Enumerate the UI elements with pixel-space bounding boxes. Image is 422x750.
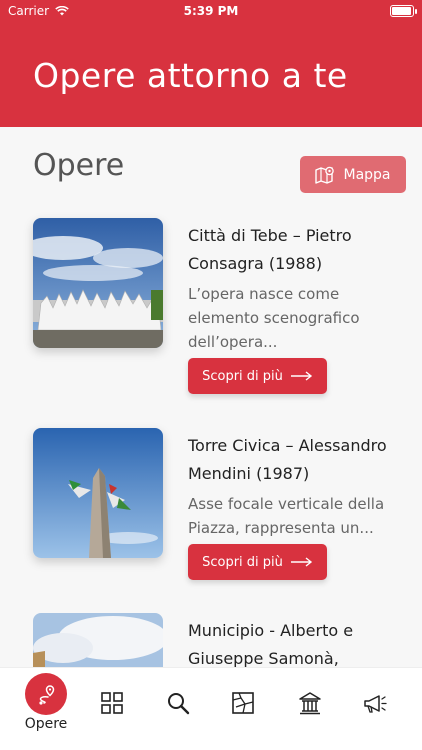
battery-icon	[390, 5, 417, 17]
arrow-right-icon	[290, 371, 313, 381]
item-title: Municipio - Alberto e Giuseppe Samonà,	[188, 621, 354, 668]
discover-more-label: Scopri di più	[202, 368, 283, 384]
tab-search[interactable]	[163, 688, 193, 718]
app-header: Carrier 5:39 PM Opere attorno a te	[0, 0, 422, 127]
list-item[interactable]: Città di Tebe – Pietro Consagra (1988) L…	[33, 218, 403, 398]
museum-icon	[299, 692, 321, 715]
search-icon	[168, 693, 190, 715]
map-button-label: Mappa	[343, 166, 391, 183]
tab-grid[interactable]	[97, 688, 127, 718]
discover-more-button[interactable]: Scopri di più	[188, 358, 327, 394]
item-description: Asse focale verticale della Piazza, rapp…	[188, 495, 385, 537]
clock: 5:39 PM	[183, 4, 239, 18]
list-item[interactable]: Torre Civica – Alessandro Mendini (1987)…	[33, 428, 403, 588]
item-title: Torre Civica – Alessandro Mendini (1987)	[188, 436, 387, 483]
arrow-right-icon	[290, 557, 313, 567]
tab-map[interactable]	[228, 688, 258, 718]
tab-bar: Opere	[0, 667, 422, 750]
grid-icon	[101, 692, 123, 714]
pin-route-icon	[39, 685, 55, 705]
status-bar: Carrier 5:39 PM	[0, 0, 422, 24]
artwork-thumbnail[interactable]	[33, 428, 163, 558]
item-description: L’opera nasce come elemento scenografico…	[188, 285, 360, 351]
artwork-thumbnail[interactable]	[33, 218, 163, 348]
list-item[interactable]: Municipio - Alberto e Giuseppe Samonà,	[33, 613, 403, 673]
tab-announcements[interactable]	[360, 688, 390, 718]
map-button[interactable]: Mappa	[300, 156, 406, 193]
megaphone-icon	[364, 695, 387, 713]
tab-opere[interactable]	[25, 673, 67, 715]
map-icon	[232, 692, 254, 714]
artwork-thumbnail[interactable]	[33, 613, 163, 673]
discover-more-button[interactable]: Scopri di più	[188, 544, 327, 580]
tab-museum[interactable]	[295, 688, 325, 718]
map-pin-icon	[315, 166, 335, 184]
item-title: Città di Tebe – Pietro Consagra (1988)	[188, 226, 352, 273]
discover-more-label: Scopri di più	[202, 554, 283, 570]
tab-opere-label: Opere	[24, 716, 68, 732]
page-title: Opere attorno a te	[33, 56, 348, 95]
section-title: Opere	[33, 148, 125, 183]
